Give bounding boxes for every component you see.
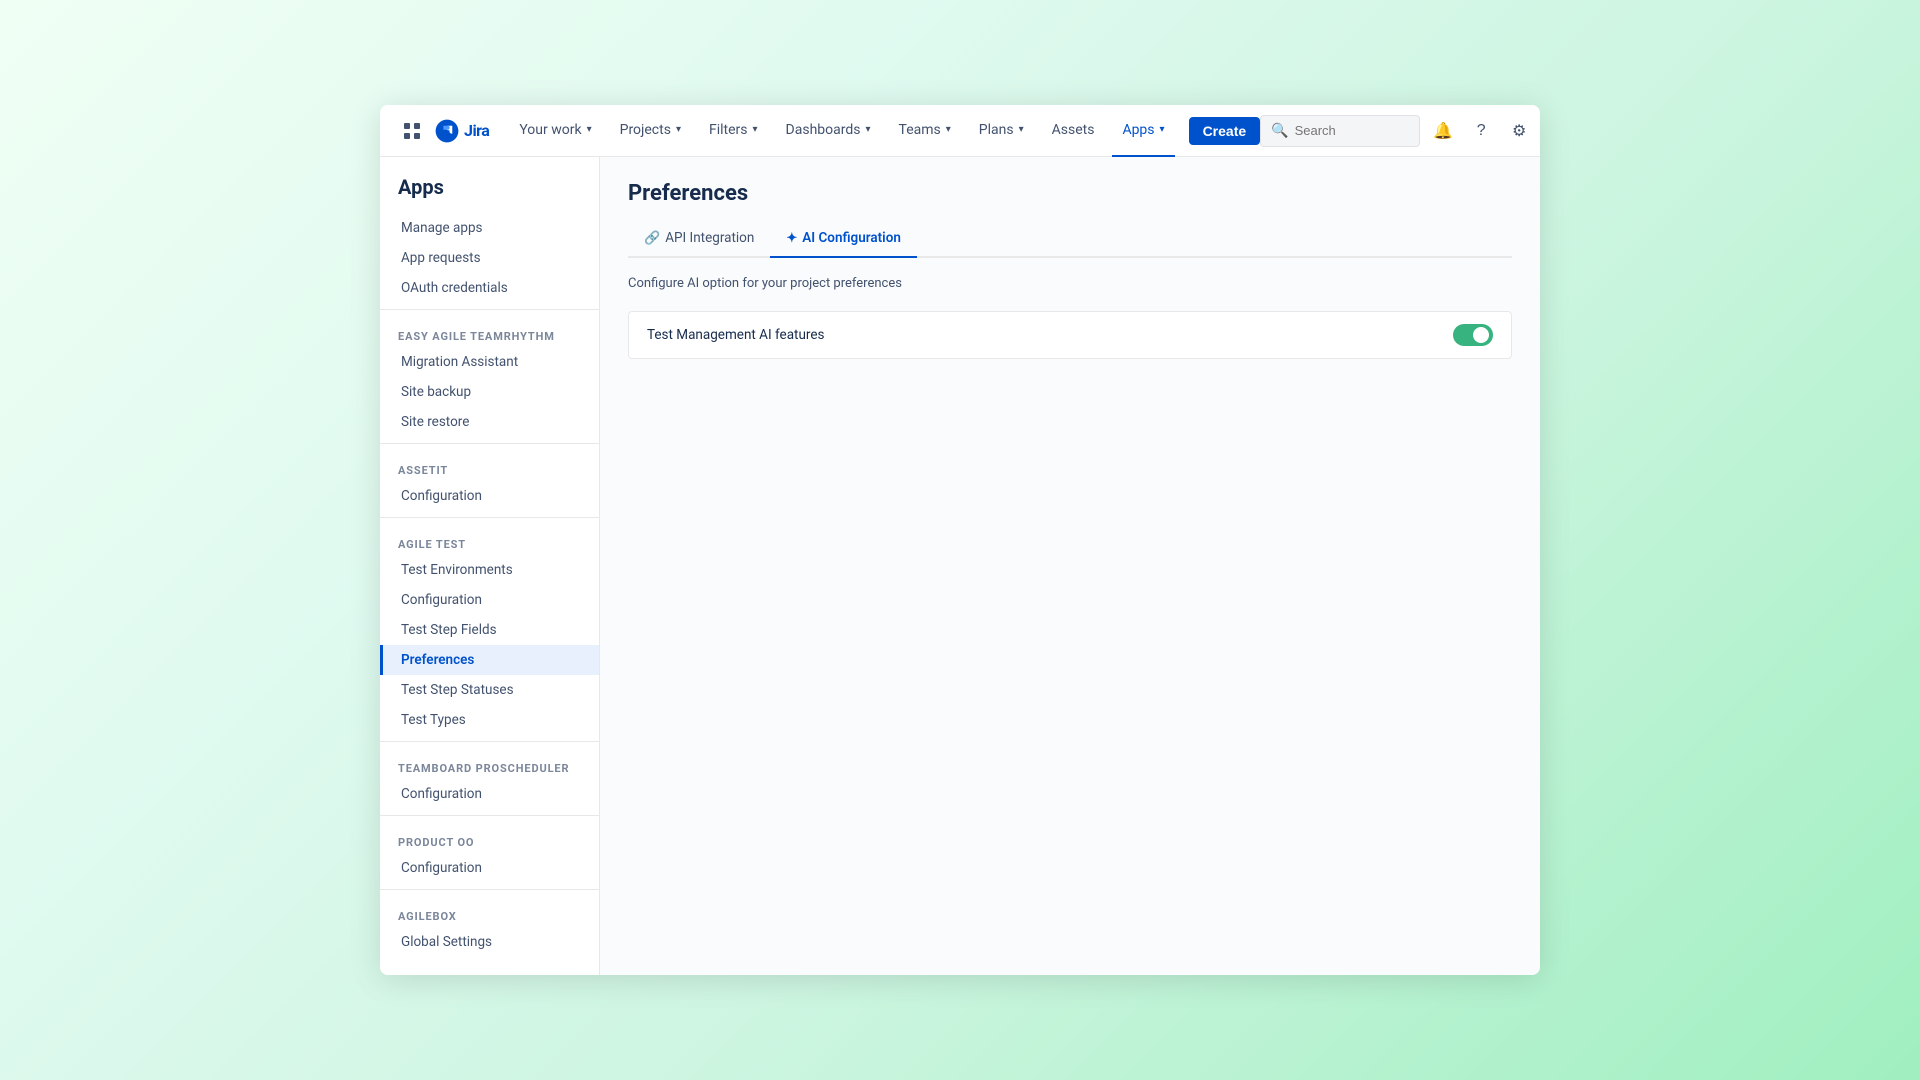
jira-logo-text: Jira [464, 121, 489, 140]
app-window: Jira Your work ▾ Projects ▾ Filters ▾ Da… [380, 105, 1540, 975]
sidebar-section-product-oo: Product OO [380, 822, 599, 853]
chevron-down-icon: ▾ [676, 124, 681, 135]
link-icon: 🔗 [644, 231, 660, 246]
gear-icon: ⚙ [1512, 121, 1526, 141]
nav-plans[interactable]: Plans ▾ [969, 105, 1034, 157]
settings-button[interactable]: ⚙ [1504, 116, 1534, 146]
sidebar-divider-4 [380, 741, 599, 742]
tab-ai-configuration[interactable]: ✦ AI Configuration [770, 222, 917, 258]
sidebar-section-easy-agile: Easy Agile Teamrhythm [380, 316, 599, 347]
create-button[interactable]: Create [1189, 117, 1261, 145]
sidebar-section-assetit: Assetit [380, 450, 599, 481]
search-box[interactable]: 🔍 [1260, 115, 1420, 147]
sidebar-item-preferences[interactable]: Preferences [380, 645, 599, 675]
sidebar-section-agilebox: Agilebox [380, 896, 599, 927]
jira-logo[interactable]: Jira [434, 118, 489, 144]
sidebar-divider-2 [380, 443, 599, 444]
sidebar-item-test-environments[interactable]: Test Environments [380, 555, 599, 585]
sidebar-section-teamboard: Teamboard Proscheduler [380, 748, 599, 779]
topnav-left: Jira Your work ▾ Projects ▾ Filters ▾ Da… [398, 105, 1260, 157]
sidebar-item-site-restore[interactable]: Site restore [380, 407, 599, 437]
sidebar-divider-6 [380, 889, 599, 890]
sidebar-item-global-settings[interactable]: Global Settings [380, 927, 599, 957]
help-button[interactable]: ? [1466, 116, 1496, 146]
search-icon: 🔍 [1271, 123, 1288, 139]
sidebar-divider-3 [380, 517, 599, 518]
sidebar-item-oauth[interactable]: OAuth credentials [380, 273, 599, 303]
topnav: Jira Your work ▾ Projects ▾ Filters ▾ Da… [380, 105, 1540, 157]
chevron-down-icon: ▾ [1019, 124, 1024, 135]
topnav-right: 🔍 🔔 ? ⚙ A [1260, 115, 1540, 147]
sidebar-divider [380, 309, 599, 310]
sidebar-item-site-backup[interactable]: Site backup [380, 377, 599, 407]
sidebar-item-test-step-fields[interactable]: Test Step Fields [380, 615, 599, 645]
chevron-down-icon: ▾ [753, 124, 758, 135]
tabs: 🔗 API Integration ✦ AI Configuration [628, 222, 1512, 258]
nav-projects[interactable]: Projects ▾ [610, 105, 691, 157]
notifications-button[interactable]: 🔔 [1428, 116, 1458, 146]
nav-filters[interactable]: Filters ▾ [699, 105, 768, 157]
grid-icon[interactable] [398, 117, 426, 145]
chevron-down-icon: ▾ [1160, 124, 1165, 135]
body: Apps Manage apps App requests OAuth cred… [380, 157, 1540, 975]
sidebar-item-product-config[interactable]: Configuration [380, 853, 599, 883]
sidebar-item-test-step-statuses[interactable]: Test Step Statuses [380, 675, 599, 705]
sidebar-item-manage-apps[interactable]: Manage apps [380, 213, 599, 243]
chevron-down-icon: ▾ [865, 124, 870, 135]
bell-icon: 🔔 [1433, 121, 1453, 141]
help-icon: ? [1477, 122, 1486, 140]
sidebar-item-test-types[interactable]: Test Types [380, 705, 599, 735]
sidebar-divider-5 [380, 815, 599, 816]
nav-apps[interactable]: Apps ▾ [1112, 105, 1174, 157]
toggle-thumb [1473, 327, 1489, 343]
sidebar-item-assetit-config[interactable]: Configuration [380, 481, 599, 511]
sidebar-section-agile-test: Agile Test [380, 524, 599, 555]
toggle-track [1453, 324, 1493, 346]
search-input[interactable] [1295, 123, 1410, 138]
chevron-down-icon: ▾ [587, 124, 592, 135]
sidebar-item-migration[interactable]: Migration Assistant [380, 347, 599, 377]
page-title: Preferences [628, 181, 1512, 206]
tab-description: Configure AI option for your project pre… [628, 276, 1512, 291]
chevron-down-icon: ▾ [946, 124, 951, 135]
nav-your-work[interactable]: Your work ▾ [509, 105, 601, 157]
sidebar-item-agile-config[interactable]: Configuration [380, 585, 599, 615]
feature-label: Test Management AI features [647, 327, 824, 343]
sidebar-title: Apps [380, 175, 599, 213]
toggle-ai-features[interactable] [1453, 324, 1493, 346]
main-content: Preferences 🔗 API Integration ✦ AI Confi… [600, 157, 1540, 975]
nav-assets[interactable]: Assets [1042, 105, 1105, 157]
nav-teams[interactable]: Teams ▾ [889, 105, 961, 157]
tab-api-integration[interactable]: 🔗 API Integration [628, 222, 770, 258]
ai-icon: ✦ [786, 231, 797, 246]
sidebar-item-app-requests[interactable]: App requests [380, 243, 599, 273]
sidebar-item-teamboard-config[interactable]: Configuration [380, 779, 599, 809]
feature-row: Test Management AI features [628, 311, 1512, 359]
nav-dashboards[interactable]: Dashboards ▾ [776, 105, 881, 157]
sidebar: Apps Manage apps App requests OAuth cred… [380, 157, 600, 975]
